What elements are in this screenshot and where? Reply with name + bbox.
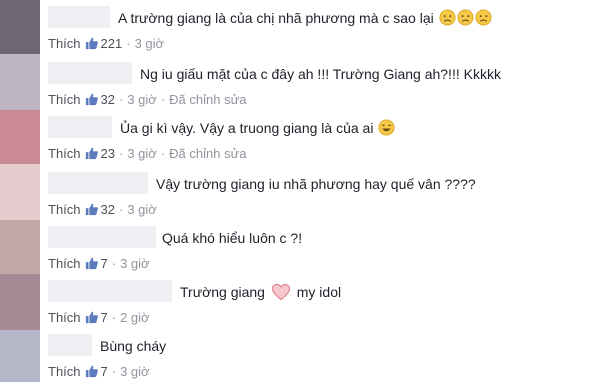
comment-text-content: Quá khó hiểu luôn c ?! [162,230,303,246]
like-count[interactable]: 7 [101,364,108,379]
like-count[interactable]: 32 [101,92,115,107]
avatar[interactable] [0,330,40,382]
like-link[interactable]: Thích [48,92,81,107]
comment-text-content: Vậy trường giang iu nhã phương hay quế v… [156,176,476,192]
like-count[interactable]: 7 [101,256,108,271]
comment-item: A trường giang là của chị nhã phương mà … [48,6,600,60]
comment-meta: Thích 23 · 3 giờ · Đã chỉnh sửa [48,144,247,162]
comment-text: Quá khó hiểu luôn c ?! [162,228,302,248]
comment-text-content: Ng iu giấu mặt của c đây ah !!! Trường G… [140,66,501,82]
thumbs-up-icon[interactable] [85,146,99,160]
like-count[interactable]: 32 [101,202,115,217]
avatar[interactable] [0,54,40,110]
timestamp[interactable]: 3 giờ [120,256,150,271]
avatar[interactable] [0,220,40,274]
like-count[interactable]: 221 [101,36,123,51]
comment-item: Bùng cháy Thích 7 · 3 giờ [48,334,600,388]
commenter-name-redacted[interactable] [48,62,132,84]
sad-face-icon [475,9,492,26]
like-link[interactable]: Thích [48,36,81,51]
thumbs-up-icon[interactable] [85,364,99,378]
heart-icon [271,283,290,301]
separator-dot: · [160,145,166,161]
avatar[interactable] [0,110,40,164]
avatar[interactable] [0,164,40,220]
avatar[interactable] [0,0,40,54]
comment-text: A trường giang là của chị nhã phương mà … [118,8,492,28]
comment-item: Quá khó hiểu luôn c ?! Thích 7 · 3 giờ [48,226,600,280]
comment-meta: Thích 32 · 3 giờ [48,200,157,218]
sad-face-icon [439,9,456,26]
like-link[interactable]: Thích [48,202,81,217]
like-link[interactable]: Thích [48,364,81,379]
separator-dot: · [118,91,124,107]
comment-text-content: A trường giang là của chị nhã phương mà … [118,10,434,26]
thumbs-up-icon[interactable] [85,310,99,324]
separator-dot: · [111,309,117,325]
timestamp[interactable]: 3 giờ [127,202,157,217]
thumbs-up-icon[interactable] [85,36,99,50]
avatar[interactable] [0,274,40,330]
edited-label[interactable]: Đã chỉnh sửa [169,92,246,107]
commenter-name-redacted[interactable] [48,116,112,138]
like-link[interactable]: Thích [48,146,81,161]
comment-item: Ng iu giấu mặt của c đây ah !!! Trường G… [48,62,600,116]
thumbs-up-icon[interactable] [85,202,99,216]
timestamp[interactable]: 3 giờ [120,364,150,379]
commenter-name-redacted[interactable] [48,334,92,356]
timestamp[interactable]: 3 giờ [135,36,165,51]
edited-label[interactable]: Đã chỉnh sửa [169,146,246,161]
like-count[interactable]: 23 [101,146,115,161]
comment-text: Ng iu giấu mặt của c đây ah !!! Trường G… [140,64,501,84]
comment-item: Vậy trường giang iu nhã phương hay quế v… [48,172,600,226]
comment-text: Ủa gi kì vậy. Vậy a truong giang là của … [120,118,395,138]
comment-item: Trường giang my idol Thích 7 · 2 giờ [48,280,600,334]
laughing-face-icon [378,119,395,136]
comment-text-content: my idol [296,284,342,300]
timestamp[interactable]: 3 giờ [127,92,157,107]
commenter-name-redacted[interactable] [48,226,156,248]
commenter-name-redacted[interactable] [48,6,110,28]
timestamp[interactable]: 2 giờ [120,310,150,325]
commenter-name-redacted[interactable] [48,172,148,194]
like-count[interactable]: 7 [101,310,108,325]
separator-dot: · [111,363,117,379]
comment-text-content: Trường giang [180,284,265,300]
thumbs-up-icon[interactable] [85,92,99,106]
comment-text-content: Ủa gi kì vậy. Vậy a truong giang là của … [120,120,374,136]
sad-face-icon [457,9,474,26]
comment-meta: Thích 221 · 3 giờ [48,34,164,52]
comment-meta: Thích 7 · 3 giờ [48,362,150,380]
separator-dot: · [126,35,131,51]
commenter-name-redacted[interactable] [48,280,172,302]
separator-dot: · [160,91,166,107]
comment-meta: Thích 7 · 2 giờ [48,308,150,326]
separator-dot: · [111,255,117,271]
comment-meta: Thích 32 · 3 giờ · Đã chỉnh sửa [48,90,247,108]
separator-dot: · [118,145,124,161]
comment-text: Bùng cháy [100,336,166,356]
thumbs-up-icon[interactable] [85,256,99,270]
timestamp[interactable]: 3 giờ [127,146,157,161]
separator-dot: · [118,201,124,217]
comment-text-content: Bùng cháy [100,338,167,354]
like-link[interactable]: Thích [48,310,81,325]
comment-text: Vậy trường giang iu nhã phương hay quế v… [156,174,476,194]
like-link[interactable]: Thích [48,256,81,271]
comment-meta: Thích 7 · 3 giờ [48,254,150,272]
comment-text: Trường giang my idol [180,282,341,302]
comment-item: Ủa gi kì vậy. Vậy a truong giang là của … [48,116,600,170]
